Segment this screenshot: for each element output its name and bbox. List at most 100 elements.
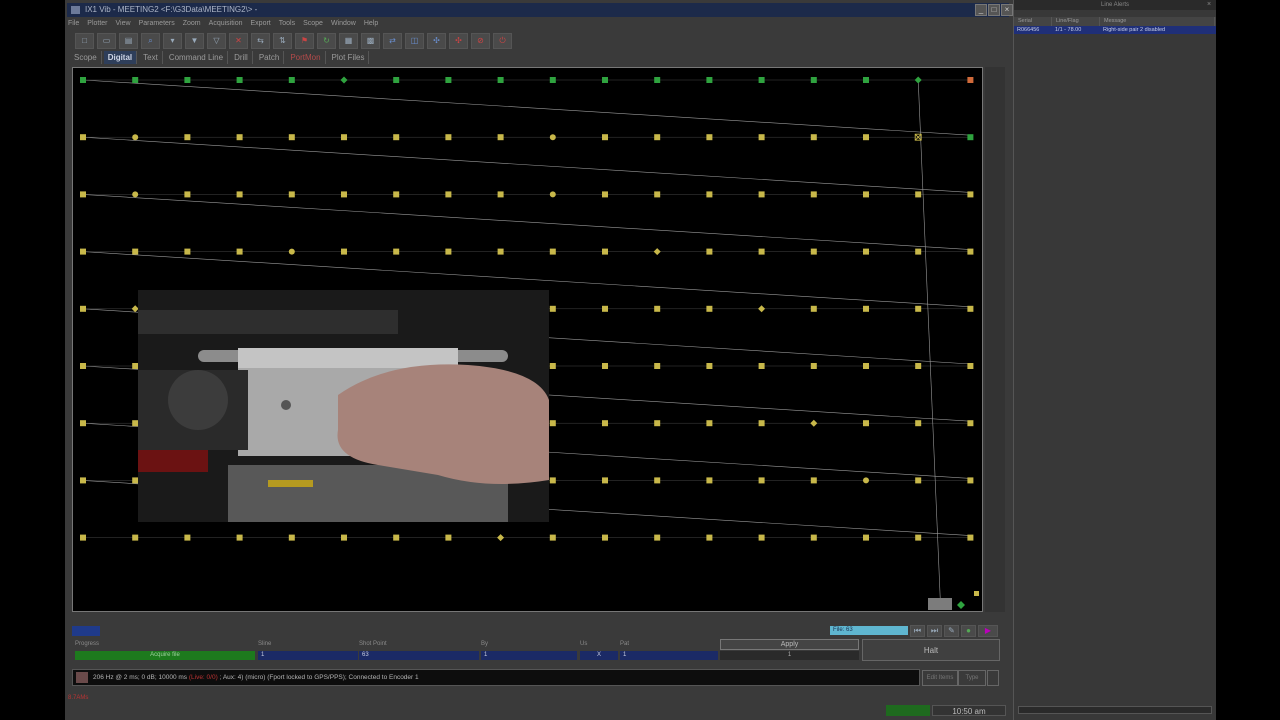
station-marker[interactable] [758,134,765,141]
station-marker[interactable] [602,420,608,427]
station-marker[interactable] [236,534,243,541]
sline-field[interactable]: 1 [258,651,358,660]
station-marker[interactable] [863,77,869,83]
station-marker[interactable] [549,420,556,427]
station-marker[interactable] [393,248,400,255]
spread-plot[interactable] [72,67,983,612]
station-marker[interactable] [341,134,347,141]
station-marker[interactable] [810,305,817,312]
apply-button[interactable]: Apply [720,639,859,650]
station-marker[interactable] [810,191,817,198]
station-marker[interactable] [445,248,452,255]
new-icon[interactable]: □ [75,33,94,49]
menu-tools[interactable]: Tools [279,18,295,30]
menu-zoom[interactable]: Zoom [183,18,201,30]
network-icon[interactable]: ✣ [427,33,446,49]
station-marker[interactable] [445,191,452,198]
station-marker[interactable] [80,191,86,198]
station-marker[interactable] [80,534,86,541]
station-marker[interactable] [132,77,139,83]
tab-portmon[interactable]: PortMon [286,51,326,64]
station-marker[interactable] [706,305,713,312]
apply-value[interactable]: 1 [720,651,859,660]
transfer-icon[interactable]: ⇄ [383,33,402,49]
station-marker[interactable] [654,477,661,484]
station-marker[interactable] [393,534,400,541]
edit-items-button[interactable]: Edit Items [922,670,958,686]
minimize-button[interactable]: _ [975,4,987,16]
station-marker[interactable] [758,191,765,198]
station-marker[interactable] [341,248,347,255]
station-marker[interactable] [340,76,348,84]
station-marker[interactable] [288,77,295,83]
station-marker[interactable] [184,534,191,541]
station-marker[interactable] [810,419,818,427]
station-marker[interactable] [654,305,661,312]
station-marker[interactable] [863,305,869,312]
station-marker[interactable] [810,363,817,369]
menu-acquisition[interactable]: Acquisition [209,18,243,30]
station-marker[interactable] [967,305,974,312]
station-marker[interactable] [288,191,295,198]
station-marker[interactable] [915,191,922,198]
station-marker[interactable] [758,477,765,484]
tab-digital[interactable]: Digital [103,51,138,64]
station-marker[interactable] [132,248,139,255]
station-marker[interactable] [810,77,817,83]
zoom-icon[interactable]: ⌕ [141,33,160,49]
station-marker[interactable] [758,363,765,369]
station-marker[interactable] [549,77,556,83]
tab-text[interactable]: Text [139,51,163,64]
close-button[interactable]: × [1001,4,1013,16]
station-marker[interactable] [915,305,922,312]
station-marker[interactable] [706,420,713,427]
station-marker[interactable] [915,477,922,484]
alert-row[interactable]: R066456 1/1 - 78.00 Right-side pair 2 di… [1014,26,1216,34]
station-marker[interactable] [758,77,765,83]
menu-window[interactable]: Window [331,18,356,30]
station-marker[interactable] [974,591,979,596]
source-vehicle-icon[interactable] [928,598,952,610]
station-marker[interactable] [602,363,608,369]
tab-patch[interactable]: Patch [255,51,285,64]
station-marker[interactable] [549,363,556,369]
station-marker[interactable] [341,191,347,198]
by-field[interactable]: 1 [481,651,577,660]
station-marker[interactable] [654,77,661,83]
station-marker[interactable] [80,134,86,141]
station-marker[interactable] [497,534,505,542]
spread-icon[interactable]: ▦ [339,33,358,49]
menu-export[interactable]: Export [251,18,271,30]
station-marker[interactable] [967,363,974,369]
station-marker[interactable] [706,248,713,255]
station-marker[interactable] [549,248,556,255]
grid-icon[interactable]: ✕ [229,33,248,49]
menu-view[interactable]: View [116,18,131,30]
station-marker[interactable] [810,248,817,255]
station-marker[interactable] [184,77,191,83]
station-marker[interactable] [549,477,556,484]
station-marker[interactable] [393,134,400,141]
station-marker[interactable] [654,363,661,369]
station-marker[interactable] [967,477,974,484]
station-marker[interactable] [236,77,243,83]
source-marker[interactable] [957,601,965,609]
stop-icon[interactable]: ⏻ [493,33,512,49]
station-marker[interactable] [758,305,766,313]
station-marker[interactable] [602,305,608,312]
rewind-icon[interactable]: ⏮ [910,625,925,637]
tab-drill[interactable]: Drill [230,51,253,64]
station-marker[interactable] [445,77,452,83]
refresh-icon[interactable]: ↻ [317,33,336,49]
col-line-flag[interactable]: Line/Flag [1052,17,1100,26]
station-marker[interactable] [706,363,713,369]
filter-icon[interactable]: ▼ [185,33,204,49]
settings-net-icon[interactable]: ✣ [449,33,468,49]
play-icon[interactable]: ▶ [978,625,998,637]
menu-file[interactable]: File [68,18,79,30]
station-marker[interactable] [80,248,86,255]
station-marker[interactable] [706,534,713,541]
station-marker[interactable] [132,534,139,541]
station-marker[interactable] [706,134,713,141]
station-marker[interactable] [967,134,974,141]
